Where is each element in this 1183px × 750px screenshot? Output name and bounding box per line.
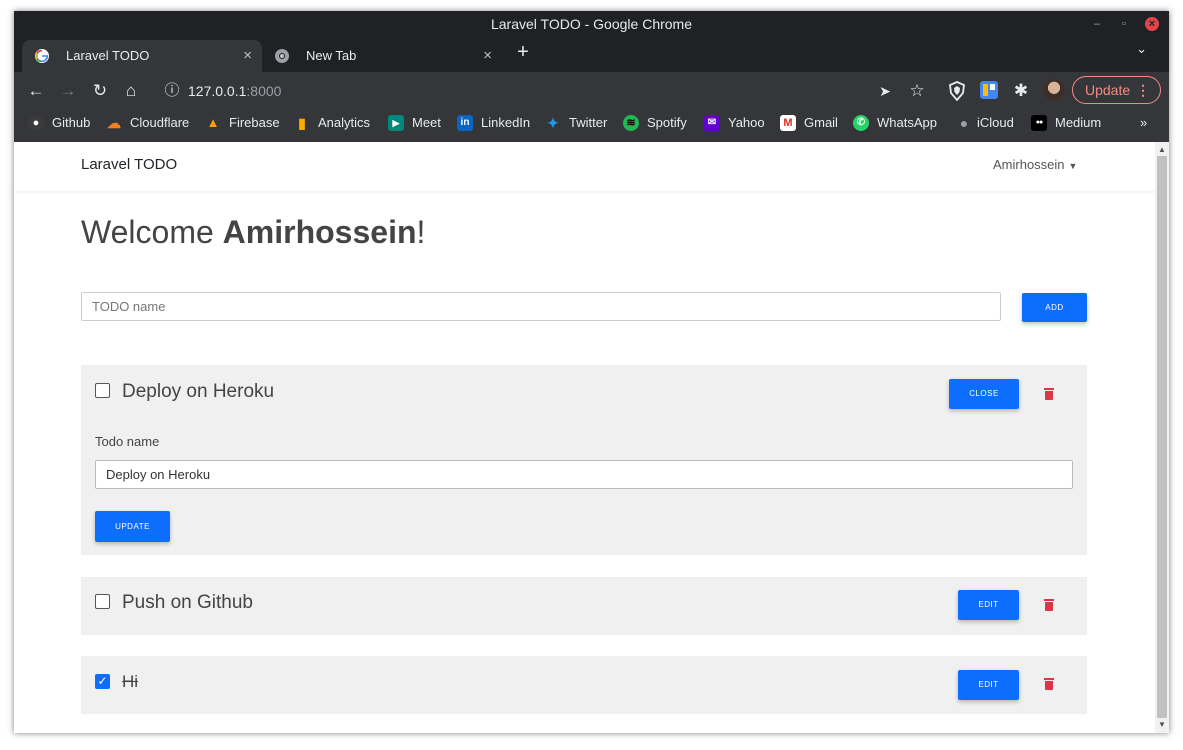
send-icon[interactable]: ➤ (875, 81, 895, 101)
gmail-icon: M (780, 115, 796, 131)
close-edit-button[interactable]: CLOSE (949, 379, 1019, 409)
twitter-icon: ✦ (547, 115, 559, 131)
analytics-icon: ▮ (298, 115, 306, 131)
update-label: Update (1085, 82, 1131, 98)
todo-card: ✓ Hi EDIT (81, 656, 1087, 714)
tab-laravel-todo[interactable]: Laravel TODO × (22, 40, 262, 72)
todo-checkbox[interactable] (95, 594, 110, 609)
todo-checkbox[interactable] (95, 383, 110, 398)
app-navbar: Laravel TODO Amirhossein ▼ (14, 142, 1155, 191)
welcome-user-name: Amirhossein (222, 214, 417, 250)
tab-search-icon[interactable]: ⌄ (1136, 41, 1147, 57)
whatsapp-icon: ✆ (853, 115, 869, 131)
cloudflare-icon: ☁ (107, 115, 121, 131)
scroll-up-arrow-icon[interactable]: ▲ (1155, 144, 1169, 156)
browser-window: Laravel TODO - Google Chrome – ▫ × Larav… (14, 11, 1169, 733)
todo-title: Push on Github (122, 592, 253, 613)
chrome-update-button[interactable]: Update ⋮ (1072, 76, 1161, 104)
extensions-puzzle-icon[interactable]: ✱ (1011, 81, 1031, 101)
url-text[interactable]: 127.0.0.1:8000 (188, 75, 281, 107)
menu-dots-icon[interactable]: ⋮ (1136, 77, 1150, 103)
tab-label: Laravel TODO (66, 48, 150, 63)
todo-card: Push on Github EDIT (81, 577, 1087, 635)
linkedin-icon: in (457, 115, 473, 131)
navbar-brand[interactable]: Laravel TODO (81, 156, 177, 173)
scrollbar-thumb[interactable] (1157, 156, 1167, 718)
update-todo-button[interactable]: UPDATE (95, 511, 170, 542)
browser-toolbar: ← → ↻ ⌂ ⓘ 127.0.0.1:8000 ➤ ☆ ✱ Update ⋮ (14, 72, 1169, 110)
tab-label: New Tab (306, 48, 357, 63)
url-port: :8000 (246, 83, 282, 99)
page-viewport: Laravel TODO Amirhossein ▼ Welcome Amirho… (14, 142, 1169, 733)
profile-avatar[interactable] (1043, 79, 1065, 101)
todo-card: Deploy on Heroku CLOSE Todo name UPDATE (81, 365, 1087, 555)
trash-icon[interactable] (1044, 678, 1054, 690)
github-icon: ● (28, 115, 44, 131)
trash-icon[interactable] (1044, 388, 1054, 400)
caret-down-icon: ▼ (1068, 161, 1078, 171)
todo-name-input[interactable] (81, 292, 1001, 321)
bookmark-star-icon[interactable]: ☆ (907, 81, 927, 101)
home-icon[interactable]: ⌂ (121, 81, 141, 101)
brave-shield-icon[interactable] (948, 81, 966, 101)
tab-strip: Laravel TODO × New Tab × (14, 37, 1169, 72)
user-name: Amirhossein (993, 157, 1065, 172)
new-tab-button[interactable]: + (514, 42, 532, 62)
chrome-icon (275, 49, 289, 63)
reload-icon[interactable]: ↻ (90, 81, 110, 101)
meet-icon: ▶ (388, 115, 404, 131)
extension-app-icon[interactable] (980, 81, 998, 99)
add-todo-button[interactable]: ADD (1022, 293, 1087, 322)
forward-icon[interactable]: → (58, 81, 78, 101)
google-icon (34, 49, 49, 63)
minimize-button[interactable]: – (1090, 17, 1104, 31)
url-host: 127.0.0.1 (188, 83, 247, 99)
todo-title: Hi (122, 672, 139, 691)
trash-icon[interactable] (1044, 599, 1054, 611)
bookmarks-bar: ● Github ☁ Cloudflare ▲ Firebase ▮ Analytics… (14, 110, 1169, 142)
site-info-icon[interactable]: ⓘ (162, 81, 182, 101)
scroll-down-arrow-icon[interactable]: ▼ (1155, 719, 1169, 731)
todo-title: Deploy on Heroku (122, 381, 275, 402)
window-title-bar: Laravel TODO - Google Chrome – ▫ × (14, 11, 1169, 37)
apple-icon: ● (959, 115, 969, 131)
todo-edit-input[interactable] (95, 460, 1073, 489)
firebase-icon: ▲ (206, 115, 220, 130)
back-icon[interactable]: ← (26, 81, 46, 101)
edit-todo-button[interactable]: EDIT (958, 670, 1019, 700)
edit-todo-button[interactable]: EDIT (958, 590, 1019, 620)
spotify-icon: ≋ (623, 115, 639, 131)
window-title: Laravel TODO - Google Chrome (490, 16, 692, 32)
vertical-scrollbar[interactable]: ▲ ▼ (1155, 142, 1169, 733)
medium-icon: ●● (1031, 115, 1047, 131)
todo-name-label: Todo name (95, 434, 160, 449)
tab-new-tab[interactable]: New Tab × (262, 40, 502, 72)
welcome-heading: Welcome Amirhossein! (81, 214, 426, 250)
user-dropdown[interactable]: Amirhossein ▼ (993, 157, 1077, 172)
tab-close-icon[interactable]: × (483, 40, 492, 72)
bookmarks-overflow-icon[interactable]: » (1140, 110, 1147, 136)
tab-close-icon[interactable]: × (243, 40, 252, 72)
maximize-button[interactable]: ▫ (1117, 17, 1131, 31)
todo-checkbox-checked[interactable]: ✓ (95, 674, 110, 689)
window-close-button[interactable]: × (1145, 17, 1159, 31)
yahoo-icon: ✉ (704, 115, 720, 131)
